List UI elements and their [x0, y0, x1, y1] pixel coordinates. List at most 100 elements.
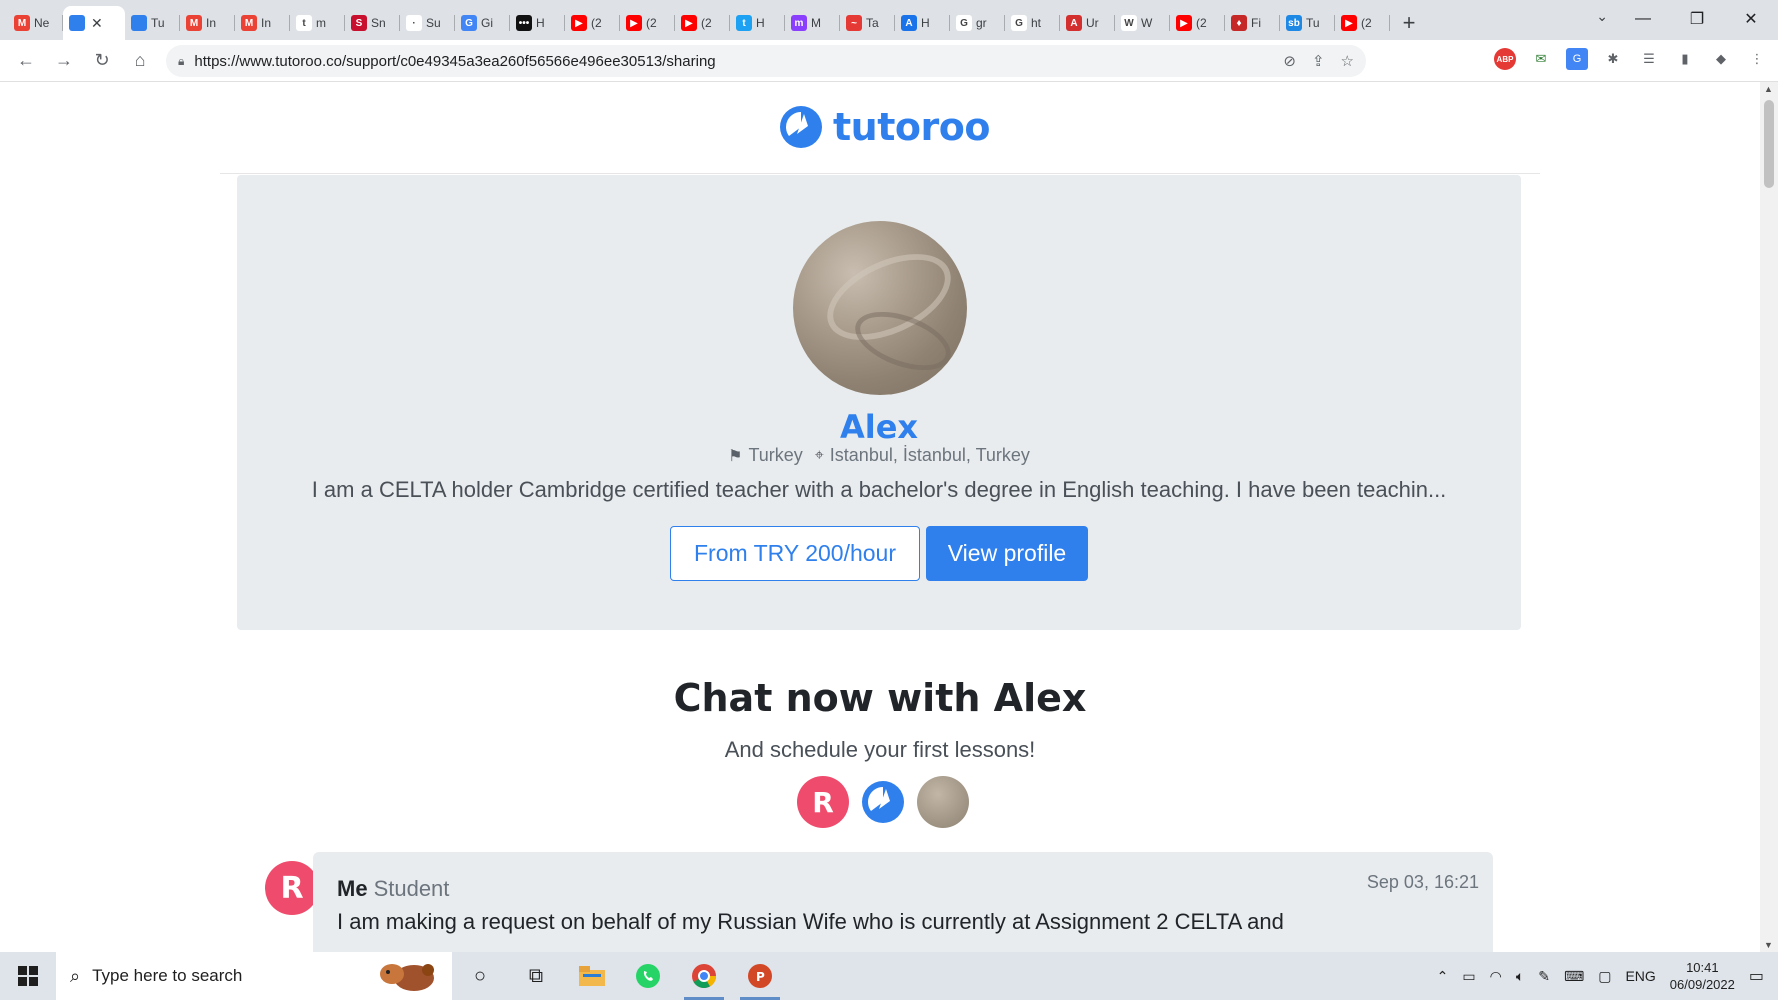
browser-tab[interactable]: ~ Ta [840, 6, 895, 40]
chat-message: Me Student Sep 03, 16:21 I am making a re… [313, 852, 1493, 952]
lock-icon: 🔒︎ [178, 53, 185, 68]
tab-title: m [316, 16, 326, 30]
bookmark-star-icon[interactable]: ☆ [1341, 52, 1354, 70]
display-icon[interactable]: ▢ [1598, 968, 1611, 985]
browser-tab[interactable]: ••• H [510, 6, 565, 40]
browser-tab[interactable]: M In [235, 6, 290, 40]
browser-tab[interactable]: ▶ (2 [620, 6, 675, 40]
eye-off-icon[interactable]: ⊘ [1283, 52, 1296, 70]
dots-icon: · [406, 15, 422, 31]
browser-tab[interactable]: Ght [1005, 6, 1060, 40]
notifications-icon[interactable]: ▭ [1749, 966, 1764, 986]
tutor-avatar[interactable] [793, 221, 967, 395]
browser-tab[interactable]: · Su [400, 6, 455, 40]
close-window-icon[interactable]: ✕ [1724, 9, 1778, 29]
powerpoint-icon[interactable]: P [732, 952, 788, 1000]
browser-tab[interactable]: G Gi [455, 6, 510, 40]
search-highlight-squirrel-icon[interactable] [368, 958, 446, 994]
generic-icon: A [901, 15, 917, 31]
new-tab-button[interactable]: + [1394, 6, 1424, 40]
browser-tab[interactable]: ▶ (2 [675, 6, 730, 40]
menu-kebab-icon[interactable]: ⋮ [1746, 48, 1768, 70]
browser-tab[interactable]: ▶ (2 [1170, 6, 1225, 40]
address-bar[interactable]: 🔒︎ https://www.tutoroo.co/support/c0e493… [166, 45, 1366, 77]
browser-tab[interactable]: Tu [125, 6, 180, 40]
media-control-icon[interactable]: ☰ [1638, 48, 1660, 70]
browser-tab[interactable]: mM [785, 6, 840, 40]
browser-tab[interactable]: A Ur [1060, 6, 1115, 40]
acrobat-icon: A [1066, 15, 1082, 31]
minimize-icon[interactable]: — [1616, 10, 1670, 28]
tab-search-icon[interactable]: ⌄ [1596, 8, 1608, 25]
scroll-thumb[interactable] [1764, 100, 1774, 188]
extension-inbox-icon[interactable]: ✉ [1530, 48, 1552, 70]
wifi-icon[interactable]: ◠ [1490, 968, 1502, 985]
puzzle-extensions-icon[interactable]: ✱ [1602, 48, 1624, 70]
browser-tab[interactable]: tm [290, 6, 345, 40]
view-profile-button[interactable]: View profile [926, 526, 1088, 581]
back-icon[interactable]: ← [8, 43, 44, 79]
youtube-icon: ▶ [571, 15, 587, 31]
browser-tab[interactable]: ▶ (2 [565, 6, 620, 40]
browser-tab[interactable]: ✕ [63, 6, 125, 40]
tutor-name[interactable]: Alex [237, 408, 1521, 446]
snap-icon: S [351, 15, 367, 31]
browser-tab[interactable]: tH [730, 6, 785, 40]
tutor-location: Istanbul, İstanbul, Turkey [829, 445, 1030, 465]
page-scrollbar[interactable]: ▲ ▼ [1760, 82, 1778, 952]
clock[interactable]: 10:41 06/09/2022 [1670, 959, 1735, 993]
keyboard-icon[interactable]: ⌨ [1564, 968, 1584, 985]
tab-title: Fi [1251, 16, 1261, 30]
language-indicator[interactable]: ENG [1625, 968, 1655, 984]
windows-start-icon[interactable] [0, 952, 56, 1000]
tab-title: W [1141, 16, 1153, 30]
cortana-icon[interactable]: ○ [452, 952, 508, 1000]
tab-title: H [756, 16, 765, 30]
tab-title: In [206, 16, 217, 30]
browser-tab[interactable]: ▶ (2 [1335, 6, 1390, 40]
price-button[interactable]: From TRY 200/hour [670, 526, 920, 581]
battery-icon[interactable]: ▭ [1462, 968, 1475, 985]
tutoroo-icon [131, 15, 147, 31]
tab-title: H [921, 16, 930, 30]
browser-tab[interactable]: sb Tu [1280, 6, 1335, 40]
gmail-icon: M [241, 15, 257, 31]
url-text[interactable]: https://www.tutoroo.co/support/c0e49345a… [194, 53, 715, 70]
brand-wordmark: tutoroo [833, 105, 990, 149]
tutoroo-icon [69, 15, 85, 31]
home-icon[interactable]: ⌂ [122, 43, 158, 79]
browser-tab[interactable]: Ggr [950, 6, 1005, 40]
youtube-icon: ▶ [681, 15, 697, 31]
scroll-down-icon[interactable]: ▼ [1764, 940, 1773, 950]
volume-icon[interactable]: 🔈︎ [1516, 968, 1524, 985]
share-icon[interactable]: ⇪ [1312, 52, 1325, 70]
taskbar-search[interactable]: ⌕ Type here to search [56, 952, 452, 1000]
whatsapp-icon[interactable] [620, 952, 676, 1000]
twitter-icon: t [736, 15, 752, 31]
scroll-up-icon[interactable]: ▲ [1764, 84, 1773, 94]
browser-tab[interactable]: AH [895, 6, 950, 40]
task-view-icon[interactable]: ⧉ [508, 952, 564, 1000]
chevron-up-icon[interactable]: ⌃ [1437, 968, 1449, 985]
adblock-icon[interactable]: ABP [1494, 48, 1516, 70]
side-panel-icon[interactable]: ▮ [1674, 48, 1696, 70]
browser-tab[interactable]: ♦ Fi [1225, 6, 1280, 40]
pen-icon[interactable]: ✎ [1538, 968, 1550, 985]
browser-tab[interactable]: S Sn [345, 6, 400, 40]
browser-tab[interactable]: WW [1115, 6, 1170, 40]
map-pin-icon: ⌖ [814, 446, 824, 464]
translate-extension-icon[interactable]: G [1566, 48, 1588, 70]
chrome-icon[interactable] [676, 952, 732, 1000]
reload-icon[interactable]: ↻ [84, 43, 120, 79]
site-logo[interactable]: tutoroo [775, 104, 990, 150]
close-tab-icon[interactable]: ✕ [91, 15, 103, 32]
tab-title: Su [426, 16, 441, 30]
forward-icon[interactable]: → [46, 43, 82, 79]
window-controls: — ❐ ✕ [1616, 0, 1778, 38]
browser-tab[interactable]: M Ne [8, 6, 63, 40]
profile-icon[interactable]: ◆ [1710, 48, 1732, 70]
tab-list: M Ne ✕ Tu M In M In t m S Sn · Su G Gi ••• H ▶ (2 ▶ (2 ▶ (2 t Hm M… [8, 6, 1390, 40]
restore-icon[interactable]: ❐ [1670, 9, 1724, 29]
browser-tab[interactable]: M In [180, 6, 235, 40]
file-explorer-icon[interactable] [564, 952, 620, 1000]
